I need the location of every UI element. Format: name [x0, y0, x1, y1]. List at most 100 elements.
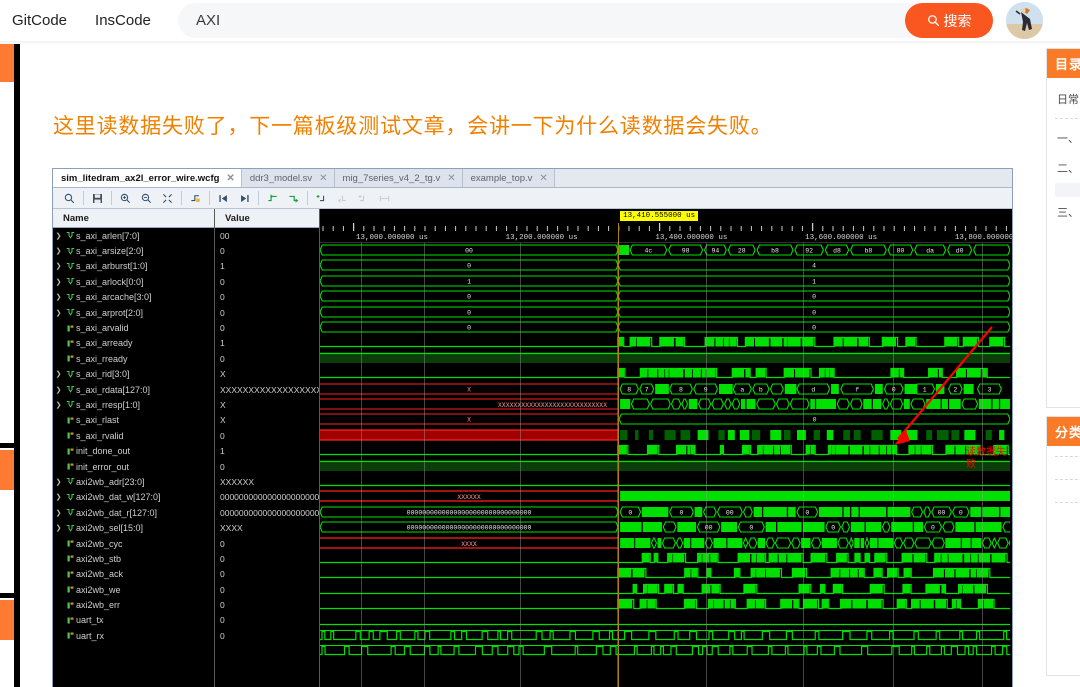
- signal-row[interactable]: uart_tx: [53, 613, 214, 628]
- expand-chevron-icon[interactable]: ❯: [53, 293, 64, 301]
- snap-to-transition-icon[interactable]: [185, 190, 206, 207]
- signal-row[interactable]: s_axi_arvalid: [53, 320, 214, 335]
- signal-name-label: s_axi_rdata[127:0]: [76, 384, 151, 395]
- category-title: 分类: [1047, 417, 1080, 446]
- signal-row[interactable]: ❯ s_axi_rid[3:0]: [53, 367, 214, 382]
- signal-value: 0: [220, 430, 225, 441]
- search-container: 搜索: [178, 3, 993, 38]
- signal-row[interactable]: s_axi_rready: [53, 351, 214, 366]
- avatar[interactable]: [1006, 2, 1043, 39]
- signal-value: 0: [220, 276, 225, 287]
- next-transition-icon[interactable]: [283, 190, 304, 207]
- signal-row[interactable]: ❯ s_axi_rresp[1:0]: [53, 397, 214, 412]
- nav-item-gitcode[interactable]: GitCode: [2, 8, 77, 33]
- bus-signal-icon: [64, 385, 76, 394]
- category-divider-1: [1055, 456, 1080, 457]
- add-marker-icon[interactable]: [311, 190, 332, 207]
- expand-chevron-icon[interactable]: ❯: [53, 247, 64, 255]
- svg-text:4c: 4c: [644, 248, 652, 255]
- tab-close-icon[interactable]: ✕: [319, 173, 327, 184]
- signal-row[interactable]: ❯ s_axi_arlen[7:0]: [53, 228, 214, 243]
- signal-row[interactable]: axi2wb_cyc: [53, 536, 214, 551]
- tab-mig-7series[interactable]: mig_7series_v4_2_tg.v ✕: [334, 169, 463, 187]
- nav-item-inscode[interactable]: InsCode: [85, 8, 161, 33]
- signal-row[interactable]: ❯ axi2wb_dat_w[127:0]: [53, 490, 214, 505]
- wire-signal-icon: [64, 601, 76, 610]
- expand-chevron-icon[interactable]: ❯: [53, 493, 64, 501]
- time-ruler[interactable]: 13,000.000000 us 13,200.000000 us 13,400.0…: [320, 209, 1012, 243]
- waveform-canvas-column[interactable]: 13,000.000000 us 13,200.000000 us 13,400.0…: [320, 209, 1012, 687]
- grid-marker-line: [361, 243, 363, 687]
- signal-row[interactable]: axi2wb_ack: [53, 567, 214, 582]
- search-icon: [927, 15, 939, 27]
- go-to-start-icon[interactable]: [213, 190, 234, 207]
- toc-item-1[interactable]: 一、: [1055, 123, 1080, 153]
- go-to-end-icon[interactable]: [234, 190, 255, 207]
- cursor-line[interactable]: [618, 243, 620, 687]
- signal-row[interactable]: uart_rx: [53, 628, 214, 643]
- waveform-body: Name ❯ s_axi_arlen[7:0] ❯ s_axi_arsize[2:0]…: [53, 209, 1012, 687]
- zoom-out-icon[interactable]: [136, 190, 157, 207]
- wire-signal-icon: [64, 631, 76, 640]
- expand-chevron-icon[interactable]: ❯: [53, 386, 64, 394]
- signal-name-label: axi2wb_dat_w[127:0]: [76, 492, 161, 503]
- tab-close-icon[interactable]: ✕: [539, 173, 547, 184]
- expand-chevron-icon[interactable]: ❯: [53, 232, 64, 240]
- signal-row[interactable]: ❯ s_axi_arprot[2:0]: [53, 305, 214, 320]
- search-icon[interactable]: [59, 190, 80, 207]
- signal-row[interactable]: ❯ s_axi_arlock[0:0]: [53, 274, 214, 289]
- bus-signal-icon: [64, 247, 76, 256]
- category-divider-3: [1055, 502, 1080, 503]
- expand-chevron-icon[interactable]: ❯: [53, 278, 64, 286]
- expand-chevron-icon[interactable]: ❯: [53, 370, 64, 378]
- signal-row[interactable]: ❯ s_axi_arsize[2:0]: [53, 243, 214, 258]
- previous-transition-icon[interactable]: [262, 190, 283, 207]
- signal-row[interactable]: ❯ s_axi_rdata[127:0]: [53, 382, 214, 397]
- signal-value: 0: [220, 538, 225, 549]
- tab-wcfg[interactable]: sim_litedram_ax2l_error_wire.wcfg ✕: [53, 169, 242, 187]
- bus-signal-icon: [64, 493, 76, 502]
- signal-row[interactable]: init_error_out: [53, 459, 214, 474]
- signal-name-list[interactable]: ❯ s_axi_arlen[7:0] ❯ s_axi_arsize[2:0] ❯ s_ax…: [53, 228, 214, 644]
- tab-example-top-label: example_top.v: [470, 172, 533, 184]
- waveform-plot-area[interactable]: 00 4c 98 94 28 b8 92 d8 b8 80 da d0 0 4 1 1 0 0 0 0 0 0 X 8 7 8 9 a…: [320, 243, 1012, 687]
- search-input[interactable]: [178, 4, 993, 37]
- signal-row[interactable]: axi2wb_we: [53, 582, 214, 597]
- wire-signal-icon: [64, 339, 76, 348]
- cursor-line[interactable]: [618, 223, 620, 243]
- signal-value: 1: [220, 338, 225, 349]
- expand-chevron-icon[interactable]: ❯: [53, 262, 64, 270]
- signal-row[interactable]: s_axi_rvalid: [53, 428, 214, 443]
- signal-row[interactable]: ❯ axi2wb_dat_r[127:0]: [53, 505, 214, 520]
- toc-item-4[interactable]: 三、: [1055, 197, 1080, 227]
- expand-chevron-icon[interactable]: ❯: [53, 509, 64, 517]
- signal-row[interactable]: init_done_out: [53, 443, 214, 458]
- toc-item-3[interactable]: [1055, 183, 1080, 197]
- tab-close-icon[interactable]: ✕: [226, 173, 234, 184]
- signal-row[interactable]: ❯ axi2wb_sel[15:0]: [53, 520, 214, 535]
- toc-item-2[interactable]: 二、: [1055, 153, 1080, 183]
- zoom-fit-icon[interactable]: [157, 190, 178, 207]
- save-icon[interactable]: [87, 190, 108, 207]
- expand-chevron-icon[interactable]: ❯: [53, 401, 64, 409]
- signal-row[interactable]: s_axi_rlast: [53, 413, 214, 428]
- svg-text:94: 94: [712, 248, 720, 255]
- signal-value: 0: [220, 615, 225, 626]
- tab-close-icon[interactable]: ✕: [447, 173, 455, 184]
- signal-row[interactable]: s_axi_arready: [53, 336, 214, 351]
- signal-row[interactable]: axi2wb_stb: [53, 551, 214, 566]
- zoom-in-icon[interactable]: [115, 190, 136, 207]
- tab-example-top[interactable]: example_top.v ✕: [462, 169, 555, 187]
- search-button[interactable]: 搜索: [905, 3, 993, 38]
- signal-row[interactable]: axi2wb_err: [53, 597, 214, 612]
- signal-row[interactable]: ❯ axi2wb_adr[23:0]: [53, 474, 214, 489]
- tab-ddr3-model[interactable]: ddr3_model.sv ✕: [241, 169, 335, 187]
- signal-row[interactable]: ❯ s_axi_arcache[3:0]: [53, 290, 214, 305]
- expand-chevron-icon[interactable]: ❯: [53, 478, 64, 486]
- expand-chevron-icon[interactable]: ❯: [53, 309, 64, 317]
- bus-signal-icon: [64, 308, 76, 317]
- expand-chevron-icon[interactable]: ❯: [53, 524, 64, 532]
- signal-row[interactable]: ❯ s_axi_arburst[1:0]: [53, 259, 214, 274]
- signal-name-label: s_axi_rid[3:0]: [76, 369, 130, 380]
- svg-text:8: 8: [679, 386, 683, 393]
